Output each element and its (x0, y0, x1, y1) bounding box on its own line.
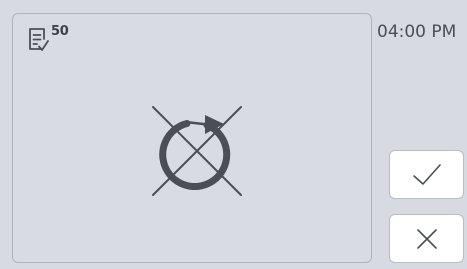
check-icon (412, 163, 442, 187)
task-list-check-icon (27, 26, 49, 52)
repeat-disabled-icon (150, 104, 244, 198)
confirm-button[interactable] (389, 150, 464, 199)
clock-time: 04:00 PM (377, 22, 457, 42)
close-icon (416, 228, 438, 250)
content-panel: 50 (12, 13, 372, 263)
cancel-button[interactable] (389, 214, 464, 263)
task-count-badge: 50 (51, 24, 69, 39)
